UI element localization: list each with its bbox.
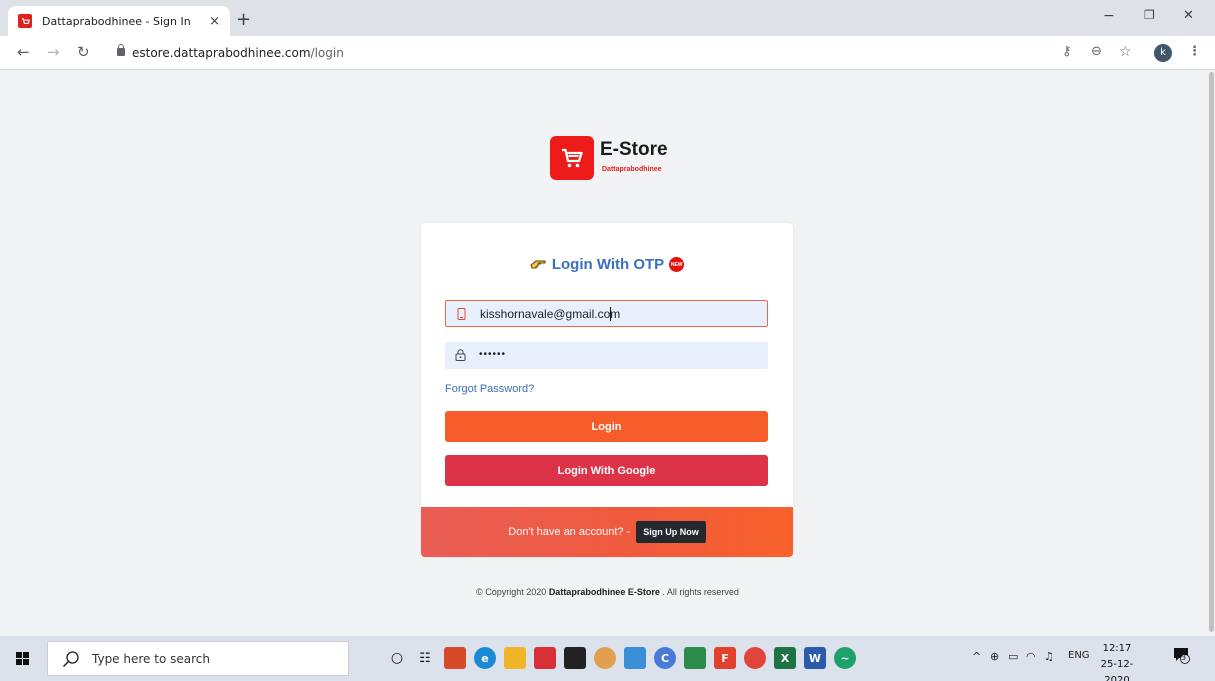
- forgot-password-link[interactable]: Forgot Password?: [445, 383, 534, 395]
- app-f-icon[interactable]: F: [714, 647, 736, 669]
- wifi-icon[interactable]: ◠: [1026, 650, 1036, 663]
- app-flower-icon[interactable]: [594, 647, 616, 669]
- pointing-hand-icon: [530, 257, 547, 273]
- taskbar-search[interactable]: Type here to search: [47, 641, 349, 676]
- battery-icon[interactable]: ▭: [1008, 650, 1018, 663]
- back-arrow-icon[interactable]: ←: [17, 43, 30, 61]
- forward-arrow-icon[interactable]: →: [47, 43, 60, 61]
- browser-tabstrip: Dattaprabodhinee - Sign In × + − ❐ ✕: [0, 0, 1215, 36]
- padlock-icon: [455, 349, 466, 361]
- windows-taskbar: Type here to search ○ ☷ e C F X W ~ ^ ⊕ …: [0, 636, 1215, 681]
- windows-start-icon[interactable]: [16, 652, 29, 665]
- copyright-suffix: . All rights reserved: [662, 587, 739, 597]
- word-icon[interactable]: W: [804, 647, 826, 669]
- store-bag-icon[interactable]: [564, 647, 586, 669]
- app-network-icon[interactable]: [624, 647, 646, 669]
- logo-subtitle: Dattaprabodhinee: [602, 166, 662, 173]
- app-chart-icon[interactable]: [684, 647, 706, 669]
- page-scrollbar[interactable]: [1208, 70, 1215, 636]
- file-explorer-icon[interactable]: [504, 647, 526, 669]
- browser-tab[interactable]: Dattaprabodhinee - Sign In ×: [8, 6, 230, 36]
- cortana-icon[interactable]: ○: [386, 647, 408, 669]
- copyright-prefix: © Copyright 2020: [476, 587, 547, 597]
- search-placeholder: Type here to search: [92, 651, 210, 666]
- signup-banner: Don't have an account? - Sign Up Now: [421, 507, 793, 557]
- scrollbar-thumb[interactable]: [1209, 72, 1214, 632]
- url-path: /login: [310, 46, 344, 60]
- new-badge-icon: NEW: [669, 257, 685, 272]
- volume-icon[interactable]: ♫: [1044, 650, 1054, 663]
- lock-icon[interactable]: [117, 44, 125, 56]
- profile-avatar[interactable]: k: [1154, 44, 1172, 62]
- tab-title: Dattaprabodhinee - Sign In: [42, 14, 191, 28]
- login-card: Login With OTP NEW Forgot Password? Logi…: [421, 223, 793, 557]
- minimize-button[interactable]: −: [1103, 8, 1115, 24]
- login-with-otp-link[interactable]: Login With OTP NEW: [421, 256, 793, 273]
- taskbar-clock[interactable]: 12:17 25-12-2020: [1092, 641, 1142, 681]
- close-window-button[interactable]: ✕: [1183, 8, 1194, 23]
- clock-time: 12:17: [1102, 643, 1132, 654]
- sign-up-button[interactable]: Sign Up Now: [636, 521, 706, 543]
- chrome-icon[interactable]: [744, 647, 766, 669]
- app-pulse-icon[interactable]: ~: [834, 647, 856, 669]
- text-caret: [610, 307, 611, 321]
- otp-label[interactable]: Login With OTP: [552, 256, 664, 273]
- app-red-icon[interactable]: [444, 647, 466, 669]
- clock-date: 25-12-2020: [1100, 659, 1134, 681]
- excel-icon[interactable]: X: [774, 647, 796, 669]
- login-button[interactable]: Login: [445, 411, 768, 442]
- address-bar[interactable]: estore.dattaprabodhinee.com/login: [132, 46, 344, 60]
- language-indicator[interactable]: ENG: [1068, 650, 1090, 661]
- notification-icon[interactable]: 3: [1172, 646, 1190, 667]
- restore-button[interactable]: ❐: [1144, 8, 1155, 22]
- new-tab-button[interactable]: +: [236, 9, 251, 30]
- app-blue-c-icon[interactable]: C: [654, 647, 676, 669]
- key-icon[interactable]: ⚷: [1062, 44, 1072, 59]
- email-input[interactable]: [480, 301, 760, 326]
- browser-toolbar: ← → ↻ estore.dattaprabodhinee.com/login …: [0, 36, 1215, 70]
- tray-chevron-icon[interactable]: ^: [972, 650, 981, 663]
- copyright-text: © Copyright 2020 Dattaprabodhinee E-Stor…: [0, 587, 1215, 597]
- bookmark-star-icon[interactable]: ☆: [1119, 44, 1132, 60]
- no-account-text: Don't have an account? -: [508, 526, 631, 538]
- zoom-icon[interactable]: ⊖: [1091, 44, 1102, 59]
- login-with-google-button[interactable]: Login With Google: [445, 455, 768, 486]
- tray-onedrive-icon[interactable]: ⊕: [990, 650, 999, 663]
- notification-count: 3: [1181, 653, 1187, 662]
- tab-close-icon[interactable]: ×: [209, 14, 220, 29]
- cart-favicon-icon: [18, 14, 32, 28]
- url-host: estore.dattaprabodhinee.com: [132, 46, 311, 60]
- copyright-brand: Dattaprabodhinee E-Store: [548, 587, 660, 597]
- task-view-icon[interactable]: ☷: [414, 647, 436, 669]
- logo-title: E-Store: [600, 139, 668, 160]
- email-field[interactable]: [445, 300, 768, 327]
- edge-icon[interactable]: e: [474, 647, 496, 669]
- cart-logo-icon: [550, 136, 594, 180]
- password-field[interactable]: [445, 342, 768, 369]
- menu-kebab-icon[interactable]: ⋮: [1188, 44, 1201, 59]
- phone-icon: [457, 308, 466, 320]
- password-input[interactable]: [479, 342, 759, 367]
- reload-icon[interactable]: ↻: [77, 43, 90, 61]
- app-book-icon[interactable]: [534, 647, 556, 669]
- search-icon: [62, 650, 79, 667]
